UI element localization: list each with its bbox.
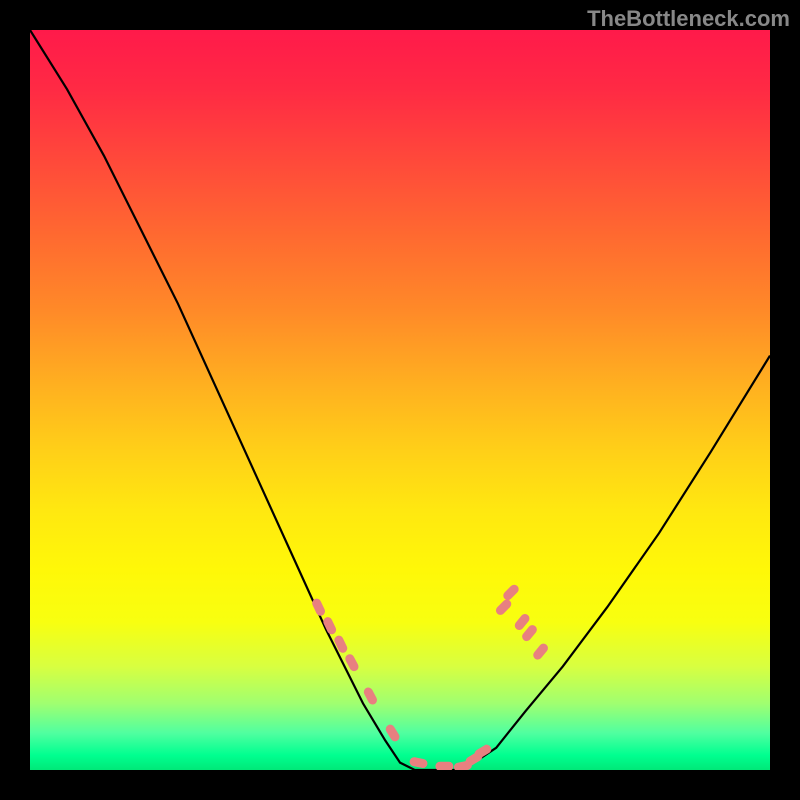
- highlighted-point: [409, 756, 428, 768]
- chart-svg: [30, 30, 770, 770]
- highlighted-points-group: [311, 583, 550, 770]
- highlighted-point: [333, 634, 349, 654]
- highlighted-point: [501, 583, 520, 602]
- watermark-text: TheBottleneck.com: [587, 6, 790, 32]
- highlighted-point: [435, 762, 453, 770]
- bottleneck-curve-line: [30, 30, 770, 770]
- chart-plot-area: [30, 30, 770, 770]
- highlighted-point: [531, 642, 549, 662]
- highlighted-point: [384, 723, 401, 743]
- highlighted-point: [362, 686, 378, 706]
- highlighted-point: [494, 598, 513, 617]
